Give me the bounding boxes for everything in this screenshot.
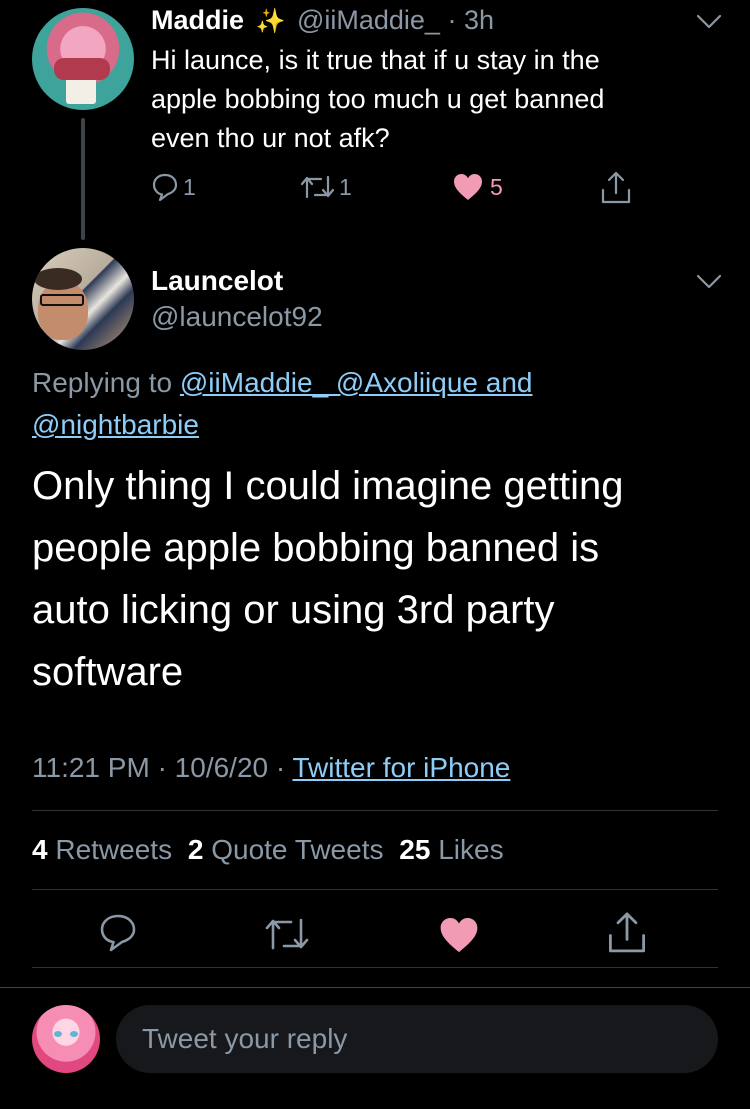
like-action[interactable]: 5 <box>452 170 503 204</box>
chevron-down-icon[interactable] <box>695 12 723 32</box>
divider <box>32 967 718 968</box>
text-line: auto licking or using 3rd party <box>32 588 555 632</box>
text-line: apple bobbing too much u get banned <box>151 84 605 114</box>
retweets-count: 4 <box>32 834 48 865</box>
tweet-meta: 11:21 PM · 10/6/20 · Twitter for iPhone <box>32 750 510 786</box>
quote-label: Quote Tweets <box>211 834 384 865</box>
retweet-action[interactable]: 1 <box>299 170 352 204</box>
like-button[interactable] <box>438 915 480 960</box>
share-icon <box>606 910 648 956</box>
reply-count: 1 <box>183 173 196 200</box>
text-line: even tho ur not afk? <box>151 123 390 153</box>
author-handle[interactable]: @launcelot92 <box>151 300 323 334</box>
reply-action[interactable]: 1 <box>151 170 196 204</box>
thread-connector-line <box>81 118 85 240</box>
likes-count: 25 <box>399 834 431 865</box>
share-action[interactable] <box>600 170 632 211</box>
author-name[interactable]: Maddie <box>151 5 244 35</box>
reply-icon <box>151 172 179 202</box>
text-line: people apple bobbing banned is <box>32 526 600 570</box>
tweet-source-link[interactable]: Twitter for iPhone <box>292 752 510 783</box>
replying-to-user-link[interactable]: @nightbarbie <box>32 409 199 440</box>
retweet-button[interactable] <box>263 914 313 959</box>
composer-divider <box>0 987 750 988</box>
replying-to-users-link[interactable]: @iiMaddie_ @Axoliique and <box>180 367 533 398</box>
retweet-icon <box>299 173 337 201</box>
retweet-count: 1 <box>339 173 352 200</box>
text-line: Hi launce, is it true that if u stay in … <box>151 45 600 75</box>
heart-filled-icon <box>438 915 480 955</box>
quote-count: 2 <box>187 834 204 865</box>
tweet-date: 10/6/20 <box>174 752 269 783</box>
likes-stat[interactable]: 25 Likes <box>399 834 503 865</box>
reply-input-placeholder: Tweet your reply <box>142 1023 348 1054</box>
text-line: Only thing I could imagine getting <box>32 464 624 508</box>
divider <box>32 889 718 890</box>
likes-label: Likes <box>438 834 504 865</box>
timestamp: 3h <box>463 5 494 35</box>
retweet-icon <box>263 914 313 954</box>
reply-icon <box>98 912 138 954</box>
separator: · <box>157 752 167 783</box>
quote-tweets-stat[interactable]: 2 Quote Tweets <box>188 834 391 865</box>
retweets-label: Retweets <box>55 834 173 865</box>
separator: · <box>275 752 286 783</box>
launcelot-avatar[interactable] <box>32 248 134 350</box>
tweet-stats: 4 Retweets 2 Quote Tweets 25 Likes <box>32 832 504 868</box>
sparkles-icon: ✨ <box>255 8 286 35</box>
tweet-text: Only thing I could imagine getting peopl… <box>32 455 623 703</box>
share-button[interactable] <box>606 910 648 961</box>
chevron-down-icon[interactable] <box>695 272 723 292</box>
author-handle[interactable]: @iiMaddie_ <box>297 5 440 35</box>
text-line: software <box>32 650 184 694</box>
author-name[interactable]: Launcelot <box>151 264 283 298</box>
share-icon <box>600 170 632 206</box>
like-count: 5 <box>490 173 503 200</box>
retweets-stat[interactable]: 4 Retweets <box>32 834 180 865</box>
reply-input[interactable]: Tweet your reply <box>116 1005 718 1073</box>
heart-filled-icon <box>452 172 484 202</box>
tweet-text: Hi launce, is it true that if u stay in … <box>151 41 604 158</box>
replying-to-label: Replying to <box>32 367 173 398</box>
current-user-avatar[interactable] <box>32 1005 100 1073</box>
replying-to: Replying to @iiMaddie_ @Axoliique and @n… <box>32 362 532 446</box>
reply-button[interactable] <box>98 912 138 959</box>
tweet-time: 11:21 PM <box>32 752 150 783</box>
maddie-avatar[interactable] <box>32 8 134 110</box>
divider <box>32 810 718 811</box>
separator: · <box>447 5 457 35</box>
